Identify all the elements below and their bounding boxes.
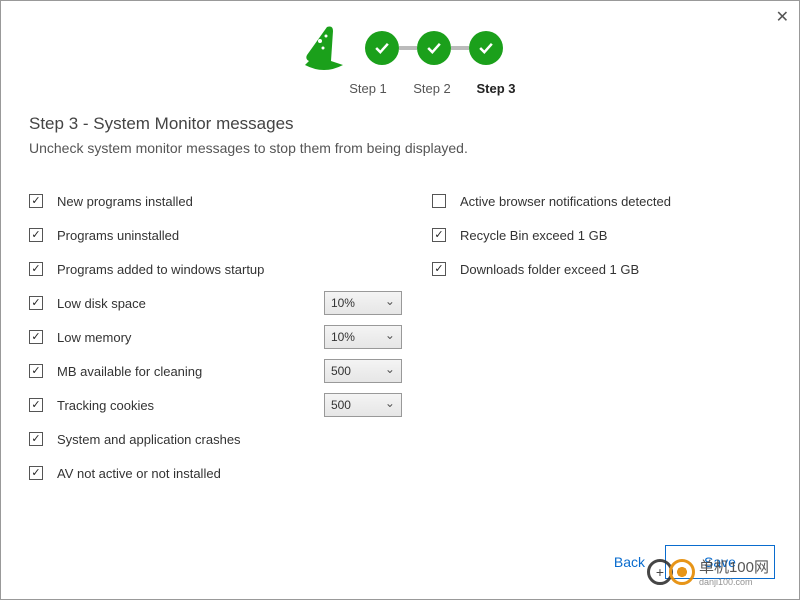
checkbox-recycle-bin[interactable]	[432, 228, 446, 242]
label-downloads: Downloads folder exceed 1 GB	[460, 262, 771, 277]
wizard-hat-icon	[297, 23, 351, 73]
checkbox-crashes[interactable]	[29, 432, 43, 446]
page-subtitle: Uncheck system monitor messages to stop …	[29, 140, 771, 156]
step-indicator	[365, 31, 503, 65]
step-3-label: Step 3	[474, 81, 518, 96]
label-low-memory: Low memory	[57, 330, 314, 345]
label-windows-startup: Programs added to windows startup	[57, 262, 402, 277]
step-3-circle	[469, 31, 503, 65]
checkbox-av[interactable]	[29, 466, 43, 480]
checkbox-downloads[interactable]	[432, 262, 446, 276]
checkbox-low-disk[interactable]	[29, 296, 43, 310]
label-low-disk: Low disk space	[57, 296, 314, 311]
label-crashes: System and application crashes	[57, 432, 402, 447]
step-connector	[399, 46, 417, 50]
dropdown-low-memory[interactable]: 10%	[324, 325, 402, 349]
checkbox-browser-notifications[interactable]	[432, 194, 446, 208]
checkbox-windows-startup[interactable]	[29, 262, 43, 276]
label-new-programs: New programs installed	[57, 194, 402, 209]
page-title: Step 3 - System Monitor messages	[29, 114, 771, 134]
dropdown-mb-cleaning[interactable]: 500	[324, 359, 402, 383]
label-tracking-cookies: Tracking cookies	[57, 398, 314, 413]
dropdown-low-disk[interactable]: 10%	[324, 291, 402, 315]
dropdown-tracking-cookies[interactable]: 500	[324, 393, 402, 417]
step-1-circle	[365, 31, 399, 65]
checkmark-icon	[476, 38, 496, 58]
checkbox-low-memory[interactable]	[29, 330, 43, 344]
checkbox-mb-cleaning[interactable]	[29, 364, 43, 378]
step-2-label: Step 2	[410, 81, 454, 96]
step-1-label: Step 1	[346, 81, 390, 96]
label-av: AV not active or not installed	[57, 466, 402, 481]
save-button[interactable]: Save	[665, 545, 775, 579]
label-programs-uninstalled: Programs uninstalled	[57, 228, 402, 243]
close-button[interactable]: ✕	[776, 7, 789, 27]
checkbox-new-programs[interactable]	[29, 194, 43, 208]
step-2-circle	[417, 31, 451, 65]
wizard-header	[1, 1, 799, 73]
checkbox-programs-uninstalled[interactable]	[29, 228, 43, 242]
checkbox-tracking-cookies[interactable]	[29, 398, 43, 412]
step-labels: Step 1 Step 2 Step 3	[65, 81, 799, 96]
checkmark-icon	[424, 38, 444, 58]
back-button[interactable]: Back	[614, 554, 645, 570]
label-browser-notifications: Active browser notifications detected	[460, 194, 771, 209]
step-connector	[451, 46, 469, 50]
label-recycle-bin: Recycle Bin exceed 1 GB	[460, 228, 771, 243]
label-mb-cleaning: MB available for cleaning	[57, 364, 314, 379]
checkmark-icon	[372, 38, 392, 58]
